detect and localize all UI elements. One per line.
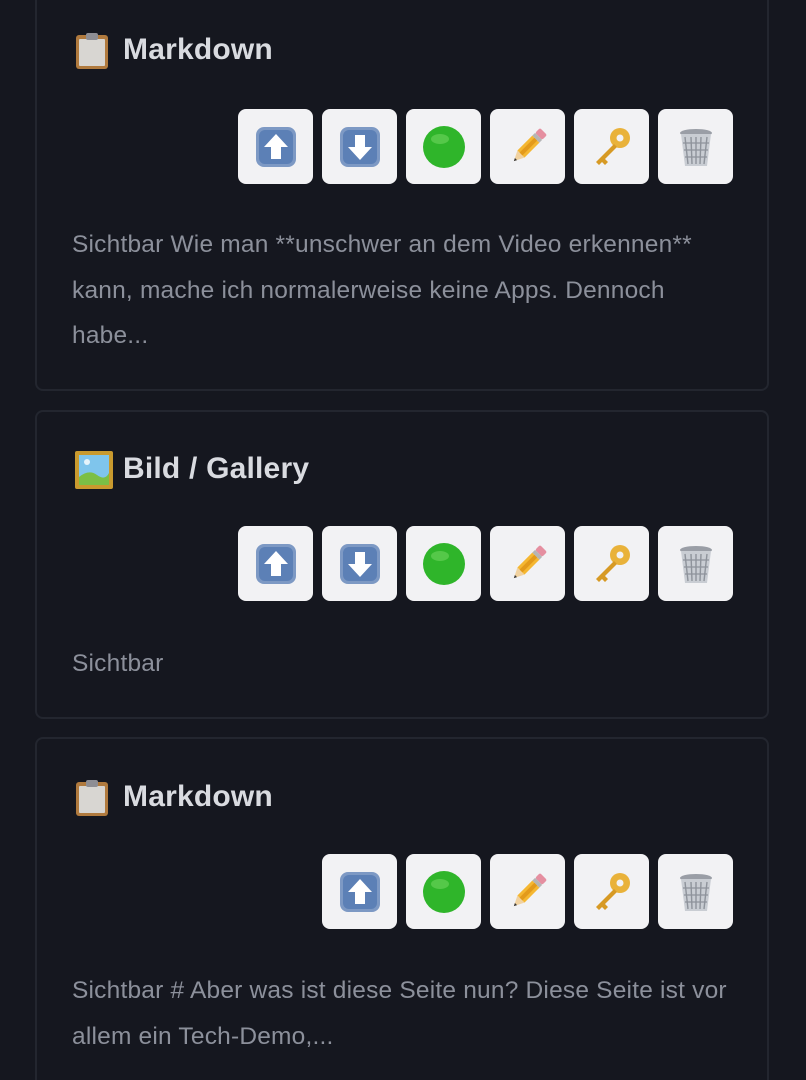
content-list: Markdown Sichtbar Wie man **unschwer an …: [0, 0, 806, 1080]
card-summary: Sichtbar: [72, 650, 164, 677]
key-icon: [595, 872, 630, 910]
card-summary: Sichtbar Wie man **unschwer an dem Video…: [72, 231, 692, 349]
move-up-icon: [255, 543, 296, 584]
move-down-icon: [339, 543, 380, 584]
card-actions: [238, 109, 733, 184]
move-down-button[interactable]: [322, 526, 397, 601]
card-header: Bild / Gallery: [75, 451, 310, 489]
move-up-icon: [339, 871, 380, 912]
key-icon: [595, 544, 630, 582]
permissions-button[interactable]: [574, 854, 649, 929]
green-circle-icon: [422, 870, 465, 913]
visibility-toggle-button[interactable]: [406, 854, 481, 929]
permissions-button[interactable]: [574, 109, 649, 184]
trash-icon: [679, 545, 712, 583]
visibility-toggle-button[interactable]: [406, 526, 481, 601]
green-circle-icon: [422, 125, 465, 168]
delete-button[interactable]: [658, 109, 733, 184]
visibility-toggle-button[interactable]: [406, 109, 481, 184]
key-icon: [595, 127, 630, 165]
card-summary: Sichtbar # Aber was ist diese Seite nun?…: [72, 977, 727, 1050]
delete-button[interactable]: [658, 526, 733, 601]
card-actions: [322, 854, 733, 929]
framed-picture-icon: [75, 451, 113, 489]
edit-button[interactable]: [490, 109, 565, 184]
trash-icon: [679, 128, 712, 166]
card-header: Markdown: [75, 32, 273, 69]
edit-button[interactable]: [490, 526, 565, 601]
move-up-button[interactable]: [238, 526, 313, 601]
green-circle-icon: [422, 542, 465, 585]
move-down-icon: [339, 126, 380, 167]
content-card-gallery: Bild / Gallery Sichtbar: [35, 410, 769, 719]
move-up-icon: [255, 126, 296, 167]
move-up-button[interactable]: [322, 854, 397, 929]
card-title: Markdown: [123, 780, 273, 813]
content-card-markdown: Markdown: [35, 0, 769, 391]
permissions-button[interactable]: [574, 526, 649, 601]
trash-icon: [679, 873, 712, 911]
card-header: Markdown: [75, 779, 273, 816]
edit-button[interactable]: [490, 854, 565, 929]
pencil-icon: [513, 873, 546, 906]
pencil-icon: [513, 545, 546, 578]
clipboard-icon: [75, 779, 109, 816]
content-card-markdown: Markdown: [35, 737, 769, 1080]
move-up-button[interactable]: [238, 109, 313, 184]
card-title: Bild / Gallery: [123, 452, 310, 485]
delete-button[interactable]: [658, 854, 733, 929]
card-actions: [238, 526, 733, 601]
card-title: Markdown: [123, 33, 273, 66]
pencil-icon: [513, 128, 546, 161]
clipboard-icon: [75, 32, 109, 69]
move-down-button[interactable]: [322, 109, 397, 184]
